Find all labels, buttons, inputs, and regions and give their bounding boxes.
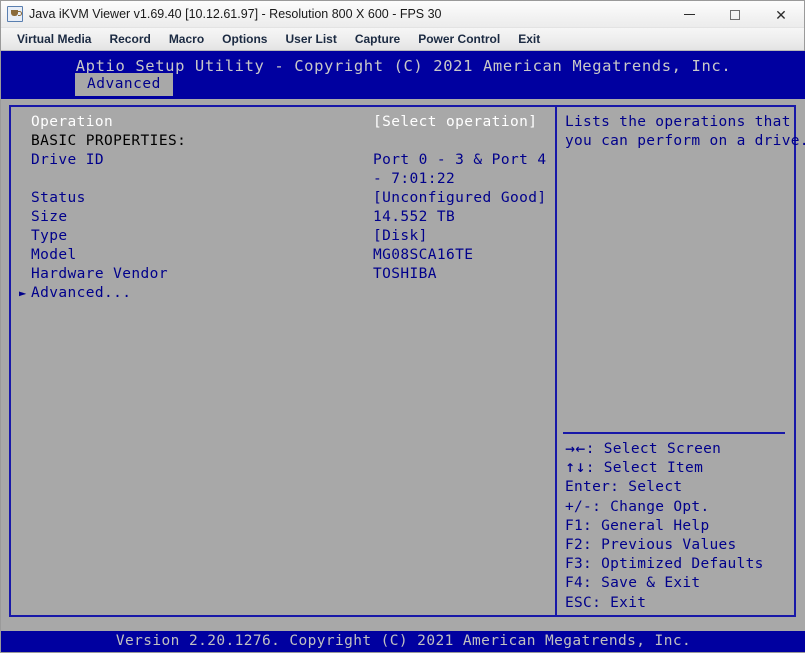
minimize-icon (683, 13, 695, 15)
setting-row-drive-id-continued: - 7:01:22 (31, 170, 551, 189)
setting-row-size[interactable]: Size 14.552 TB (31, 208, 551, 227)
setting-value: [Unconfigured Good] (373, 190, 547, 206)
settings-panel: Operation [Select operation] BASIC PROPE… (9, 105, 555, 617)
bios-header: Aptio Setup Utility - Copyright (C) 2021… (1, 51, 805, 99)
window-title-bar: Java iKVM Viewer v1.69.40 [10.12.61.97] … (1, 1, 804, 28)
key-legend-select-item: ↑↓: Select Item (565, 459, 793, 478)
setting-label: Hardware Vendor (31, 266, 168, 282)
setting-label: Advanced... (31, 285, 132, 301)
settings-row-list: Operation [Select operation] BASIC PROPE… (19, 113, 551, 303)
java-ikvm-viewer-window: Java iKVM Viewer v1.69.40 [10.12.61.97] … (0, 0, 805, 653)
help-line: Lists the operations that (565, 114, 791, 130)
menu-item-virtual-media[interactable]: Virtual Media (8, 30, 100, 49)
maximize-button[interactable] (712, 1, 758, 28)
bios-tab-strip: Advanced (75, 73, 173, 96)
key-legend-enter: Enter: Select (565, 479, 683, 496)
setting-value: [Disk] (373, 228, 428, 244)
setting-value: Port 0 - 3 & Port 4 (373, 152, 547, 168)
close-icon: ✕ (775, 6, 787, 23)
menu-item-power-control[interactable]: Power Control (409, 30, 509, 49)
key-legend-f3: F3: Optimized Defaults (565, 556, 764, 573)
window-controls: ✕ (666, 1, 804, 28)
section-header-label: BASIC PROPERTIES: (31, 133, 187, 149)
setting-label: Status (31, 190, 86, 206)
help-panel: Lists the operations that you can perfor… (555, 105, 805, 617)
setting-row-advanced-submenu[interactable]: ► Advanced... (19, 284, 551, 303)
menu-item-user-list[interactable]: User List (276, 30, 345, 49)
setting-row-drive-id[interactable]: Drive ID Port 0 - 3 & Port 4 (31, 151, 551, 170)
setting-row-basic-properties-header: BASIC PROPERTIES: (31, 132, 551, 151)
setting-value: 14.552 TB (373, 209, 456, 225)
menu-item-record[interactable]: Record (100, 30, 159, 49)
window-title: Java iKVM Viewer v1.69.40 [10.12.61.97] … (29, 7, 442, 21)
key-legend-text: : Select Screen (585, 441, 722, 457)
key-legend-f1: F1: General Help (565, 517, 710, 534)
setting-label: Operation (31, 114, 114, 130)
key-legend-select-screen: →←: Select Screen (565, 440, 793, 459)
maximize-icon (730, 9, 740, 20)
menu-item-options[interactable]: Options (213, 30, 276, 49)
menu-item-macro[interactable]: Macro (160, 30, 213, 49)
setting-row-status[interactable]: Status [Unconfigured Good] (31, 189, 551, 208)
key-legend-esc: ESC: Exit (565, 594, 647, 611)
menu-item-exit[interactable]: Exit (509, 30, 549, 49)
help-line: you can perform on a drive. (565, 133, 805, 149)
bios-footer-text: Version 2.20.1276. Copyright (C) 2021 Am… (115, 633, 692, 649)
help-panel-divider (563, 432, 785, 434)
bios-body: Operation [Select operation] BASIC PROPE… (1, 99, 805, 626)
setting-label: Drive ID (31, 152, 105, 168)
setting-row-model[interactable]: Model MG08SCA16TE (31, 246, 551, 265)
setting-value-wrap: - 7:01:22 (373, 171, 456, 187)
java-icon (7, 6, 23, 22)
help-description: Lists the operations that you can perfor… (565, 113, 805, 151)
setting-label: Size (31, 209, 68, 225)
setting-row-hardware-vendor[interactable]: Hardware Vendor TOSHIBA (31, 265, 551, 284)
setting-value: [Select operation] (373, 114, 538, 130)
setting-row-type[interactable]: Type [Disk] (31, 227, 551, 246)
up-down-arrow-icon: ↑↓ (565, 461, 586, 476)
key-legend: →←: Select Screen ↑↓: Select Item Enter:… (565, 440, 793, 613)
tab-advanced[interactable]: Advanced (75, 73, 173, 96)
submenu-arrow-icon: ► (19, 286, 27, 300)
key-legend-f2: F2: Previous Values (565, 537, 737, 554)
minimize-button[interactable] (666, 1, 712, 28)
key-legend-text: : Select Item (585, 460, 704, 477)
setting-row-operation[interactable]: Operation [Select operation] (31, 113, 551, 132)
key-legend-change-opt: +/-: Change Opt. (565, 498, 710, 515)
setting-label: Model (31, 247, 77, 263)
menu-bar: Virtual Media Record Macro Options User … (1, 28, 804, 51)
setting-label: Type (31, 228, 68, 244)
bios-footer: Version 2.20.1276. Copyright (C) 2021 Am… (1, 631, 805, 652)
setting-value: MG08SCA16TE (373, 247, 474, 263)
close-button[interactable]: ✕ (758, 1, 804, 28)
setting-value: TOSHIBA (373, 266, 437, 282)
left-right-arrow-icon: →← (565, 442, 586, 456)
menu-item-capture[interactable]: Capture (346, 30, 409, 49)
key-legend-f4: F4: Save & Exit (565, 575, 701, 592)
remote-console-screen[interactable]: Aptio Setup Utility - Copyright (C) 2021… (1, 51, 805, 652)
